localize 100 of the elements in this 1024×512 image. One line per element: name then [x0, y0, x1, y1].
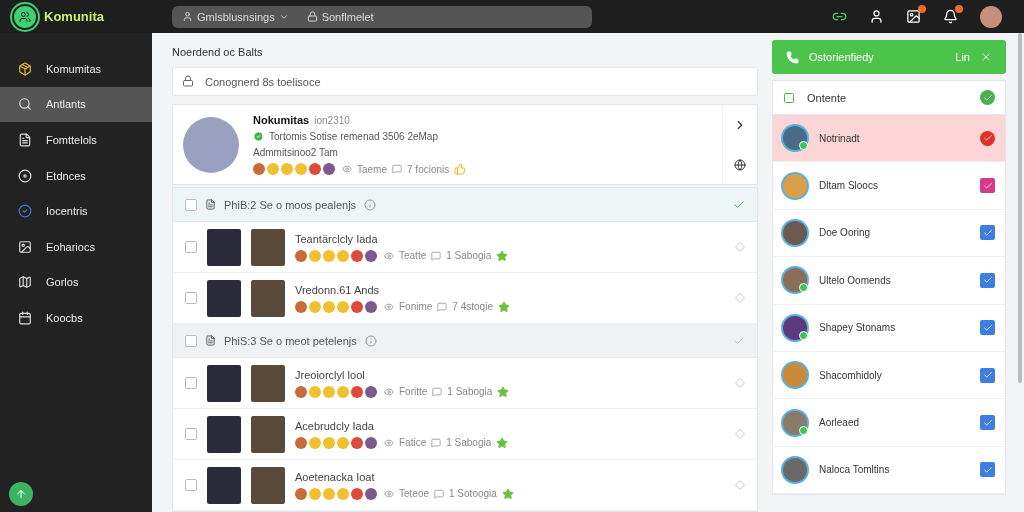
- profile-handle: ion2310: [314, 114, 350, 126]
- sidebar-item[interactable]: Koocbs: [0, 300, 152, 336]
- verified-icon: [253, 131, 264, 142]
- sidebar-item[interactable]: Fomttelols: [0, 122, 152, 158]
- profile-subtitle: Admmitsinoo2 Tam: [253, 147, 338, 158]
- phone-icon: [786, 50, 799, 64]
- checkbox[interactable]: [185, 428, 197, 440]
- photo-placeholder: [251, 228, 285, 266]
- profile-name: Nokumitas: [253, 114, 310, 126]
- checkbox[interactable]: [980, 225, 995, 241]
- meta-text: Teatte: [399, 250, 427, 261]
- sidebar-item[interactable]: Komumitas: [0, 51, 152, 87]
- item-title: Aoetenacka Ioat: [295, 470, 376, 483]
- user-avatar[interactable]: [980, 5, 1002, 28]
- breadcrumb-link[interactable]: Gmlsblusnsings: [182, 10, 289, 23]
- check-icon: [982, 133, 993, 144]
- scrollbar[interactable]: [1018, 33, 1022, 383]
- checkbox[interactable]: [980, 320, 995, 336]
- user-icon[interactable]: [869, 9, 884, 24]
- checkbox[interactable]: [980, 367, 995, 383]
- photo-placeholder: [251, 415, 285, 453]
- document-icon: [18, 133, 32, 147]
- checkbox[interactable]: [980, 272, 995, 288]
- count-text: 7 focionis: [407, 163, 450, 175]
- comment-icon: [434, 488, 445, 499]
- brand-name: Komunita: [44, 9, 104, 24]
- comment-icon: [392, 164, 402, 174]
- contact-avatar: [783, 363, 807, 388]
- breadcrumb-link[interactable]: Sonflmelet: [306, 10, 374, 23]
- item-title: Teantärclcly Iada: [295, 232, 379, 245]
- eye-icon: [384, 386, 394, 397]
- status-text: Tortomis Sotise remenad 3506 2eMap: [269, 131, 438, 142]
- contact-avatar: [783, 268, 807, 293]
- user-icon: [182, 11, 193, 22]
- checkbox[interactable]: [980, 462, 995, 478]
- count-text: 1 Sotoogia: [449, 488, 497, 499]
- contact-avatar: [783, 410, 807, 435]
- group-header[interactable]: PhiB:2 Se o moos pealenjs: [173, 188, 757, 222]
- globe-icon[interactable]: [734, 158, 746, 171]
- checkbox[interactable]: [185, 334, 197, 347]
- photo-placeholder: [207, 415, 241, 453]
- comment-icon: [437, 301, 448, 312]
- box-icon: [18, 61, 32, 76]
- comment-icon: [431, 437, 442, 448]
- photo-placeholder: [207, 364, 241, 402]
- info-icon: [364, 334, 377, 347]
- alert-check-icon[interactable]: [980, 130, 995, 146]
- meta-text: Taeme: [357, 163, 387, 175]
- contact-name: Notrinadt: [819, 132, 860, 144]
- contact-avatar: [783, 457, 807, 482]
- star-icon: [497, 385, 510, 398]
- eye-icon: [384, 250, 394, 261]
- contact-name: Shapey Stonams: [819, 322, 896, 334]
- meta-text: Fonime: [399, 301, 433, 312]
- eye-icon: [384, 301, 394, 312]
- sidebar-item[interactable]: Iocentris: [0, 193, 152, 229]
- check-icon: [982, 370, 993, 381]
- contact-row[interactable]: Notrinadt: [773, 115, 1005, 163]
- meta-text: Teteoe: [399, 488, 430, 499]
- check-icon: [982, 417, 993, 428]
- checkbox[interactable]: [185, 479, 197, 491]
- comment-icon: [432, 386, 443, 397]
- check-icon: [982, 464, 993, 475]
- calendar-icon: [18, 310, 32, 325]
- info-icon: [364, 198, 377, 211]
- contact-name: Dltam Sloocs: [819, 180, 878, 192]
- notification-icon[interactable]: [943, 9, 958, 24]
- banner-title: Ostorienfiedy: [809, 51, 874, 63]
- checkbox[interactable]: [185, 377, 197, 389]
- comment-icon: [431, 250, 442, 261]
- eye-icon: [384, 437, 394, 448]
- contact-avatar: [783, 315, 807, 340]
- photo-placeholder: [207, 279, 241, 317]
- checkbox[interactable]: [185, 241, 197, 253]
- checkbox[interactable]: [185, 198, 197, 211]
- photo-placeholder: [207, 466, 241, 504]
- lock-icon: [306, 11, 318, 22]
- star-icon: [496, 436, 509, 449]
- checkbox[interactable]: [185, 292, 197, 304]
- contact-name: Naloca Tomltins: [819, 464, 890, 476]
- meta-text: Fatice: [399, 437, 427, 448]
- star-icon: [497, 300, 510, 313]
- sidebar-item[interactable]: Etdnces: [0, 157, 152, 194]
- panel-header: Ontente: [807, 91, 847, 104]
- eye-icon: [342, 164, 352, 174]
- search-icon: [18, 97, 32, 112]
- checkbox[interactable]: [980, 415, 995, 431]
- image-icon[interactable]: [906, 9, 921, 24]
- sidebar-item[interactable]: Eohariocs: [0, 228, 152, 265]
- contact-avatar: [783, 126, 807, 151]
- sidebar-item[interactable]: Antlants: [0, 86, 152, 123]
- close-icon[interactable]: [980, 51, 992, 63]
- group-title: PhiS:3 Se o meot petelenjs: [224, 334, 357, 347]
- search-field[interactable]: Conognerd 8s toelisoce: [172, 67, 758, 96]
- photo-placeholder: [251, 364, 285, 402]
- photo-placeholder: [207, 228, 241, 266]
- page-heading: Noerdend oc Balts: [172, 45, 264, 60]
- sidebar-item[interactable]: Gorlos: [0, 264, 152, 301]
- group-header[interactable]: PhiS:3 Se o meot petelenjs: [173, 324, 757, 358]
- checkbox[interactable]: [980, 178, 995, 194]
